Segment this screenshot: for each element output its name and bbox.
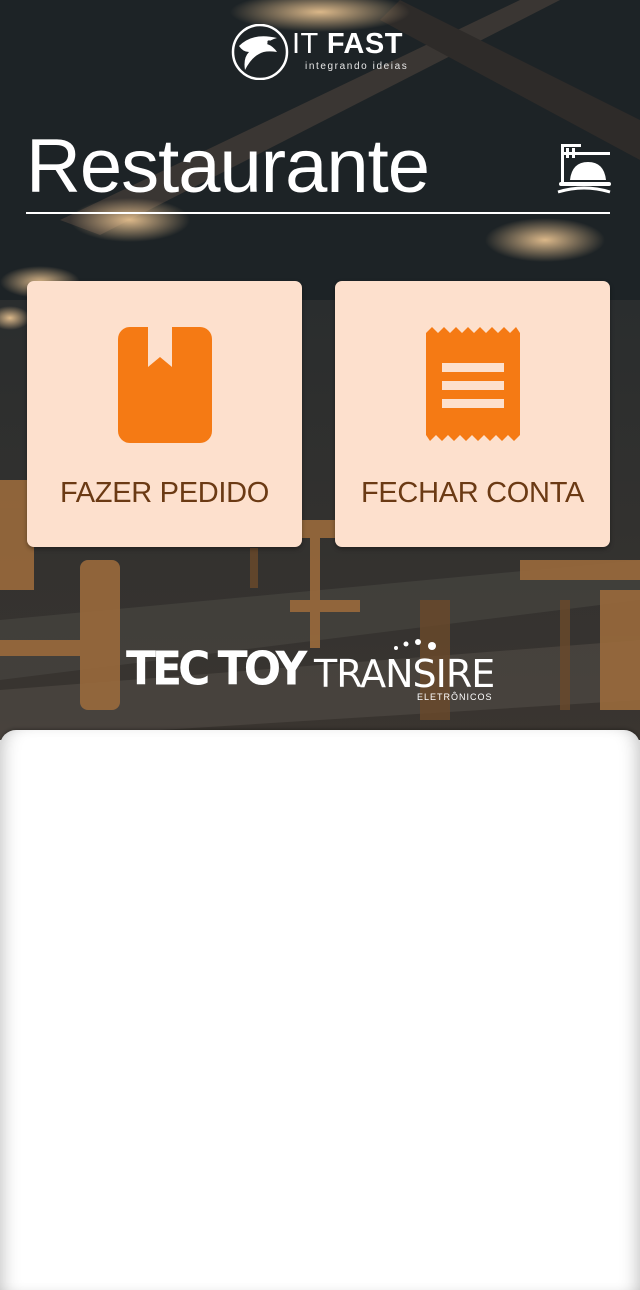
close-bill-button[interactable]: FECHAR CONTA — [335, 281, 610, 547]
itfast-logo: IT FAST integrando ideias — [229, 22, 419, 82]
bookmark-book-icon — [118, 327, 212, 443]
eagle-icon — [231, 24, 289, 80]
title-divider — [26, 212, 610, 214]
bill-label: FECHAR CONTA — [360, 477, 585, 509]
waiter-button[interactable] — [556, 142, 612, 196]
logo-tagline: integrando ideias — [305, 61, 409, 72]
tectoy-logo: TEC TOY — [126, 642, 307, 697]
receipt-icon — [426, 327, 520, 441]
hero-banner: IT FAST integrando ideias Restaurante FA… — [0, 0, 640, 740]
partner-logos: TEC TOY TRANSIRE ELETRÔNICOS — [126, 636, 496, 710]
order-label: FAZER PEDIDO — [59, 477, 270, 509]
waiter-cloche-icon — [557, 144, 611, 194]
logo-brand: IT FAST — [292, 28, 403, 60]
transire-subtitle: ELETRÔNICOS — [417, 692, 493, 702]
page-title: Restaurante — [26, 124, 430, 209]
order-button[interactable]: FAZER PEDIDO — [27, 281, 302, 547]
bottom-panel — [0, 730, 640, 1290]
transire-logo: TRANSIRE — [314, 652, 495, 696]
